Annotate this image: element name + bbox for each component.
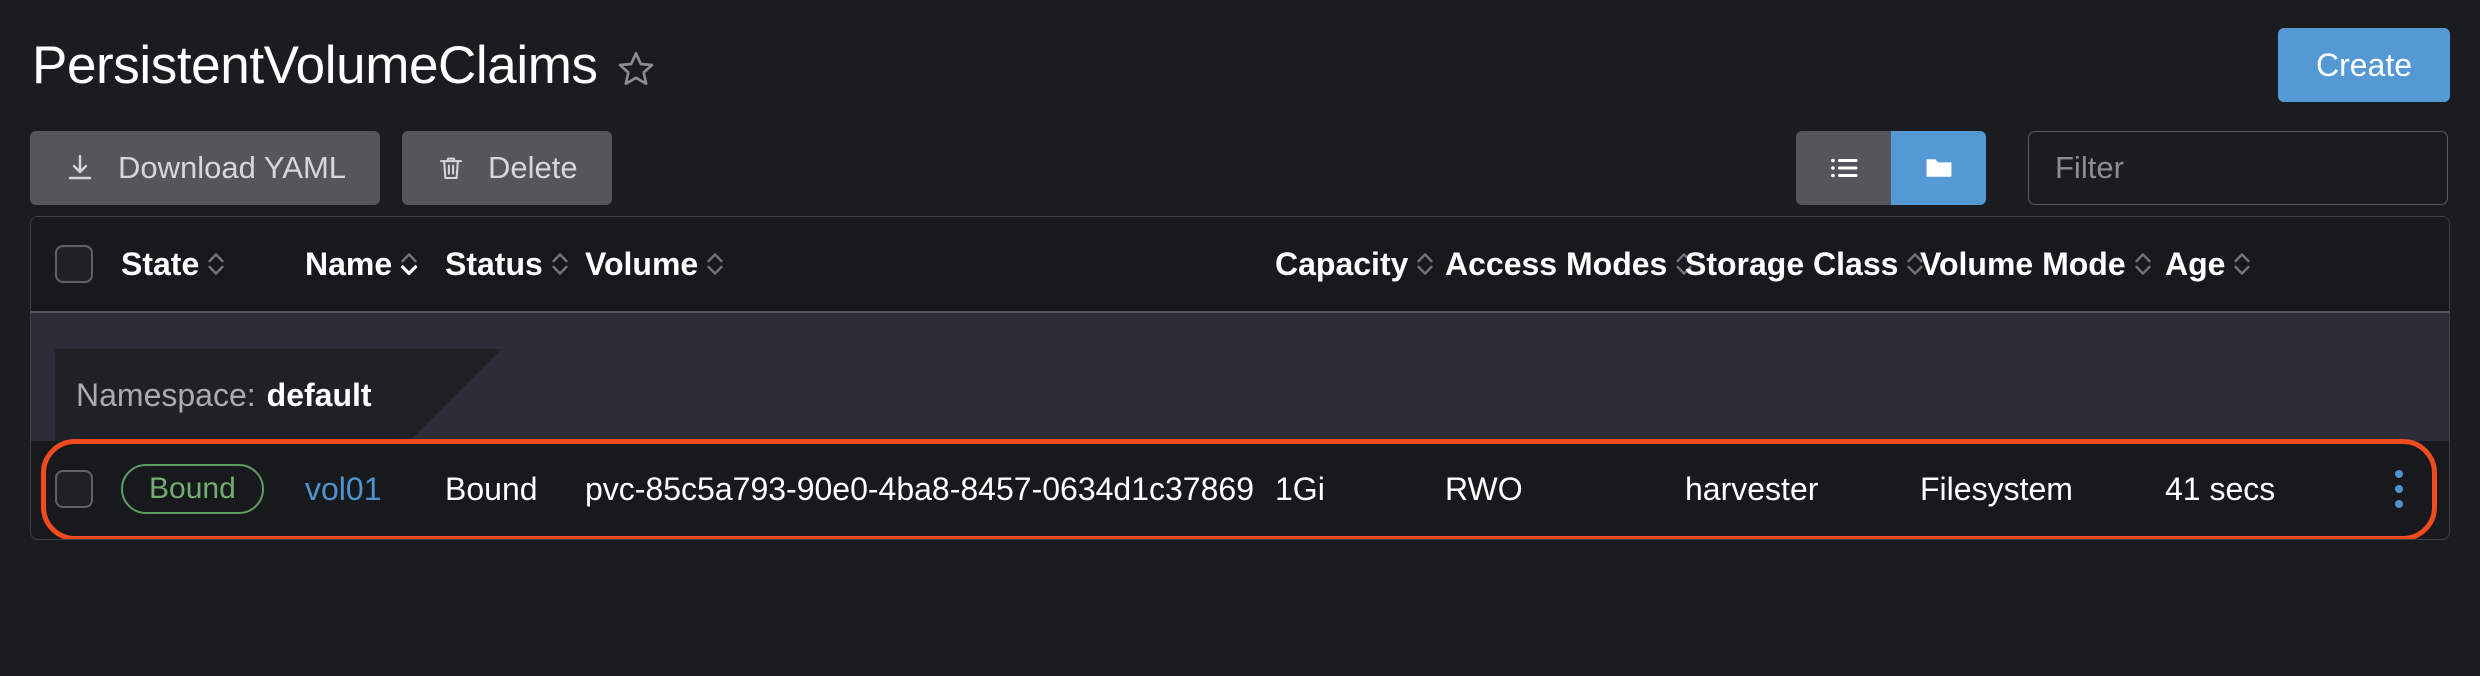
toolbar: Download YAML Delete bbox=[30, 120, 2450, 216]
cell-access-modes: RWO bbox=[1445, 470, 1523, 507]
download-yaml-button[interactable]: Download YAML bbox=[30, 131, 381, 205]
column-header-status[interactable]: Status bbox=[445, 246, 585, 283]
create-button[interactable]: Create bbox=[2277, 28, 2450, 102]
toolbar-actions: Download YAML Delete bbox=[30, 131, 612, 205]
column-header-state-label: State bbox=[121, 245, 200, 282]
cell-age: 41 secs bbox=[2165, 470, 2276, 507]
star-icon[interactable] bbox=[616, 49, 656, 89]
select-all-checkbox-cell bbox=[55, 245, 95, 283]
page-header: PersistentVolumeClaims Create bbox=[30, 0, 2450, 120]
row-actions-menu-icon[interactable] bbox=[2395, 470, 2403, 508]
view-mode-toggle bbox=[1796, 131, 1986, 205]
column-header-access-modes[interactable]: Access Modes bbox=[1445, 245, 1692, 283]
page-title: PersistentVolumeClaims bbox=[32, 35, 598, 95]
namespace-group-label: Namespace: bbox=[76, 376, 256, 413]
row-checkbox-cell bbox=[55, 470, 95, 508]
download-yaml-label: Download YAML bbox=[118, 150, 347, 185]
namespace-group-row: Namespace: default bbox=[31, 349, 2449, 441]
status-badge: Bound bbox=[121, 464, 264, 514]
sort-arrows-icon bbox=[208, 253, 224, 275]
select-all-checkbox[interactable] bbox=[55, 245, 93, 283]
column-header-capacity[interactable]: Capacity bbox=[1275, 246, 1445, 283]
namespace-group-value: default bbox=[266, 376, 372, 413]
column-header-age-label: Age bbox=[2165, 245, 2226, 282]
download-icon bbox=[64, 152, 96, 184]
cell-actions bbox=[2345, 470, 2449, 508]
sort-arrows-icon bbox=[707, 253, 723, 275]
column-header-age[interactable]: Age bbox=[2165, 246, 2345, 283]
cell-volume: pvc-85c5a793-90e0-4ba8-8457-0634d1c37869 bbox=[585, 470, 1254, 507]
column-header-volume-label: Volume bbox=[585, 245, 699, 282]
column-header-state[interactable]: State bbox=[95, 246, 305, 283]
sort-arrows-icon bbox=[552, 253, 568, 275]
column-header-volume-mode-label: Volume Mode bbox=[1920, 245, 2126, 282]
table-row[interactable]: Bound vol01 Bound pvc-85c5a793-90e0-4ba8… bbox=[31, 439, 2449, 539]
persistent-volume-claims-page: PersistentVolumeClaims Create Download Y… bbox=[0, 0, 2480, 676]
toolbar-view-controls bbox=[1796, 131, 2448, 205]
sort-arrows-icon-active bbox=[401, 253, 418, 276]
cell-volume-mode: Filesystem bbox=[1920, 470, 2073, 507]
sort-arrows-icon bbox=[2134, 253, 2151, 275]
column-header-capacity-label: Capacity bbox=[1275, 245, 1409, 282]
namespace-group-tab[interactable]: Namespace: default bbox=[55, 349, 502, 441]
cell-name: vol01 bbox=[305, 471, 445, 508]
column-header-name-label: Name bbox=[305, 245, 393, 282]
table-header-row: State Name Status Volume Capacity Access… bbox=[31, 217, 2449, 313]
filter-input[interactable] bbox=[2028, 131, 2448, 205]
delete-button[interactable]: Delete bbox=[402, 131, 612, 205]
cell-capacity: 1Gi bbox=[1275, 470, 1325, 507]
cell-storage-class: harvester bbox=[1685, 470, 1819, 507]
title-group: PersistentVolumeClaims bbox=[30, 39, 656, 92]
column-header-status-label: Status bbox=[445, 245, 543, 282]
column-header-access-modes-label: Access Modes bbox=[1445, 245, 1668, 282]
table-header-divider bbox=[31, 313, 2449, 349]
column-header-storage-class-label: Storage Class bbox=[1685, 245, 1899, 282]
list-view-icon[interactable] bbox=[1796, 131, 1891, 205]
column-header-name[interactable]: Name bbox=[305, 246, 445, 283]
column-header-volume-mode[interactable]: Volume Mode bbox=[1920, 246, 2165, 283]
sort-arrows-icon bbox=[2234, 253, 2251, 275]
sort-arrows-icon bbox=[1417, 253, 1434, 275]
column-header-storage-class[interactable]: Storage Class bbox=[1685, 245, 1924, 283]
pvc-table: State Name Status Volume Capacity Access… bbox=[30, 216, 2450, 540]
folder-group-icon[interactable] bbox=[1891, 131, 1986, 205]
cell-state: Bound bbox=[95, 464, 305, 514]
trash-icon bbox=[436, 153, 466, 183]
cell-status: Bound bbox=[445, 470, 538, 507]
delete-label: Delete bbox=[488, 150, 578, 185]
row-checkbox[interactable] bbox=[55, 470, 93, 508]
pvc-name-link[interactable]: vol01 bbox=[305, 471, 382, 507]
column-header-volume[interactable]: Volume bbox=[585, 246, 1275, 283]
